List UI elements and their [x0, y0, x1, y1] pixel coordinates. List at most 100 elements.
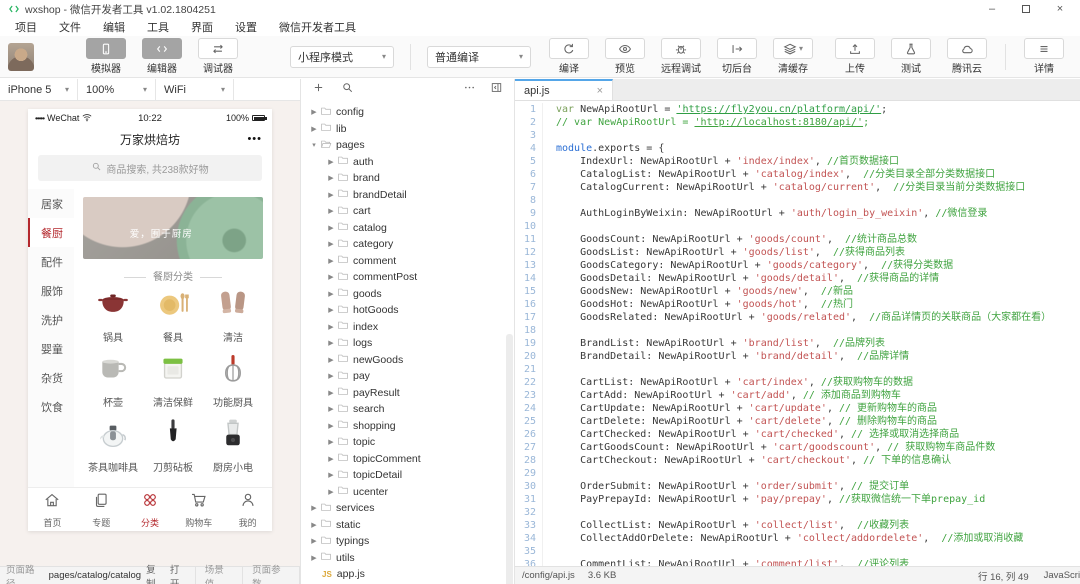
切后台-button[interactable]: 切后台 [717, 38, 757, 75]
more-options-icon[interactable] [463, 81, 476, 99]
mode-select[interactable]: 小程序模式 ▾ [290, 46, 394, 68]
tree-item-brand[interactable]: ▶brand [301, 170, 514, 187]
tree-item-catalog[interactable]: ▶catalog [301, 220, 514, 237]
tree-item-auth[interactable]: ▶auth [301, 154, 514, 171]
tree-item-category[interactable]: ▶category [301, 236, 514, 253]
详情-button[interactable]: 详情 [1024, 38, 1064, 75]
category-item-服饰[interactable]: 服饰 [28, 276, 74, 305]
product-item-厨房小电[interactable]: 厨房小电 [203, 416, 263, 474]
tree-item-topicComment[interactable]: ▶topicComment [301, 451, 514, 468]
category-content: 爱，囿于厨房 餐厨分类 锅具餐具清洁杯壶清洁保鲜功能厨具茶具咖啡具刀剪砧板厨房小… [74, 189, 272, 487]
tree-item-comment[interactable]: ▶comment [301, 253, 514, 270]
phone-tab-我的[interactable]: 我的 [223, 488, 272, 531]
open-path-button[interactable]: 打开 [170, 562, 189, 584]
tree-item-index[interactable]: ▶index [301, 319, 514, 336]
product-item-刀剪砧板[interactable]: 刀剪砧板 [143, 416, 203, 474]
远程调试-button[interactable]: 远程调试 [661, 38, 701, 75]
language-mode[interactable]: JavaScript [1044, 570, 1080, 581]
menu-item-0[interactable]: 项目 [4, 18, 48, 36]
tree-item-static[interactable]: ▶static [301, 517, 514, 534]
tree-item-commentPost[interactable]: ▶commentPost [301, 269, 514, 286]
user-avatar[interactable] [8, 43, 34, 71]
tree-item-app.js[interactable]: JSapp.js [301, 566, 514, 583]
tree-item-config[interactable]: ▶config [301, 104, 514, 121]
tree-item-ucenter[interactable]: ▶ucenter [301, 484, 514, 501]
tree-item-utils[interactable]: ▶utils [301, 550, 514, 567]
tree-item-shopping[interactable]: ▶shopping [301, 418, 514, 435]
tree-item-hotGoods[interactable]: ▶hotGoods [301, 302, 514, 319]
cursor-position[interactable]: 行 16, 列 49 [978, 569, 1029, 583]
category-item-洗护[interactable]: 洗护 [28, 305, 74, 334]
模拟器-button[interactable]: 模拟器 [86, 38, 126, 75]
tree-item-goods[interactable]: ▶goods [301, 286, 514, 303]
page-params-button[interactable]: 页面参数 [243, 567, 300, 584]
category-item-餐厨[interactable]: 餐厨 [28, 218, 74, 247]
product-item-锅具[interactable]: 锅具 [83, 286, 143, 344]
tree-item-search[interactable]: ▶search [301, 401, 514, 418]
menu-item-1[interactable]: 文件 [48, 18, 92, 36]
category-item-饮食[interactable]: 饮食 [28, 392, 74, 421]
minimize-button[interactable]: – [986, 3, 998, 15]
编译-button[interactable]: 编译 [549, 38, 589, 75]
collapse-panel-icon[interactable] [490, 81, 503, 99]
tree-item-topic[interactable]: ▶topic [301, 434, 514, 451]
tree-item-payResult[interactable]: ▶payResult [301, 385, 514, 402]
phone-tab-购物车[interactable]: 购物车 [174, 488, 223, 531]
tree-item-cart[interactable]: ▶cart [301, 203, 514, 220]
tree-item-newGoods[interactable]: ▶newGoods [301, 352, 514, 369]
code-token: , [839, 351, 857, 362]
product-item-餐具[interactable]: 餐具 [143, 286, 203, 344]
编辑器-button[interactable]: 编辑器 [142, 38, 182, 75]
close-button[interactable]: × [1054, 3, 1066, 15]
scene-value-button[interactable]: 场景值 [196, 567, 243, 584]
menu-item-5[interactable]: 设置 [224, 18, 268, 36]
close-tab-icon[interactable]: × [597, 85, 603, 97]
tree-scrollbar[interactable] [506, 334, 513, 584]
product-item-茶具咖啡具[interactable]: 茶具咖啡具 [83, 416, 143, 474]
compile-mode-select[interactable]: 普通编译 ▾ [427, 46, 531, 68]
code-area[interactable]: 1var NewApiRootUrl = 'https://fly2you.cn… [515, 101, 1080, 566]
category-item-杂货[interactable]: 杂货 [28, 363, 74, 392]
menu-item-6[interactable]: 微信开发者工具 [268, 18, 367, 36]
maximize-button[interactable] [1020, 3, 1032, 15]
phone-tab-分类[interactable]: 分类 [126, 488, 175, 531]
tree-item-pay[interactable]: ▶pay [301, 368, 514, 385]
chevron-right-icon: ▶ [326, 240, 336, 248]
tree-item-topicDetail[interactable]: ▶topicDetail [301, 467, 514, 484]
测试-button[interactable]: 测试 [891, 38, 931, 75]
more-menu-icon[interactable]: ••• [247, 133, 262, 145]
product-item-功能厨具[interactable]: 功能厨具 [203, 351, 263, 409]
清缓存-button[interactable]: ▾清缓存 [773, 38, 813, 75]
zoom-select[interactable]: 100%▾ [78, 79, 156, 100]
tree-item-services[interactable]: ▶services [301, 500, 514, 517]
phone-tab-专题[interactable]: 专题 [77, 488, 126, 531]
腾讯云-button[interactable]: 腾讯云 [947, 38, 987, 75]
network-select[interactable]: WiFi▾ [156, 79, 234, 100]
product-item-清洁[interactable]: 清洁 [203, 286, 263, 344]
tree-item-typings[interactable]: ▶typings [301, 533, 514, 550]
copy-path-button[interactable]: 复制 [146, 562, 165, 584]
phone-tab-首页[interactable]: 首页 [28, 488, 77, 531]
tree-item-pages[interactable]: ▾pages [301, 137, 514, 154]
menu-item-2[interactable]: 编辑 [92, 18, 136, 36]
tree-item-brandDetail[interactable]: ▶brandDetail [301, 187, 514, 204]
product-item-清洁保鲜[interactable]: 清洁保鲜 [143, 351, 203, 409]
device-select[interactable]: iPhone 5▾ [0, 79, 78, 100]
tab-api-js[interactable]: api.js × [515, 79, 613, 100]
预览-button[interactable]: 预览 [605, 38, 645, 75]
category-item-婴童[interactable]: 婴童 [28, 334, 74, 363]
promo-banner[interactable]: 爱，囿于厨房 [83, 197, 263, 259]
category-item-配件[interactable]: 配件 [28, 247, 74, 276]
上传-button[interactable]: 上传 [835, 38, 875, 75]
search-files-icon[interactable] [341, 81, 354, 99]
tree-item-logs[interactable]: ▶logs [301, 335, 514, 352]
product-item-杯壶[interactable]: 杯壶 [83, 351, 143, 409]
category-item-居家[interactable]: 居家 [28, 189, 74, 218]
search-bar[interactable]: 商品搜索, 共238款好物 [38, 155, 262, 181]
add-file-icon[interactable] [312, 81, 325, 99]
tree-item-lib[interactable]: ▶lib [301, 121, 514, 138]
code-token: , [827, 403, 839, 414]
menu-item-3[interactable]: 工具 [136, 18, 180, 36]
menu-item-4[interactable]: 界面 [180, 18, 224, 36]
调试器-button[interactable]: 调试器 [198, 38, 238, 75]
